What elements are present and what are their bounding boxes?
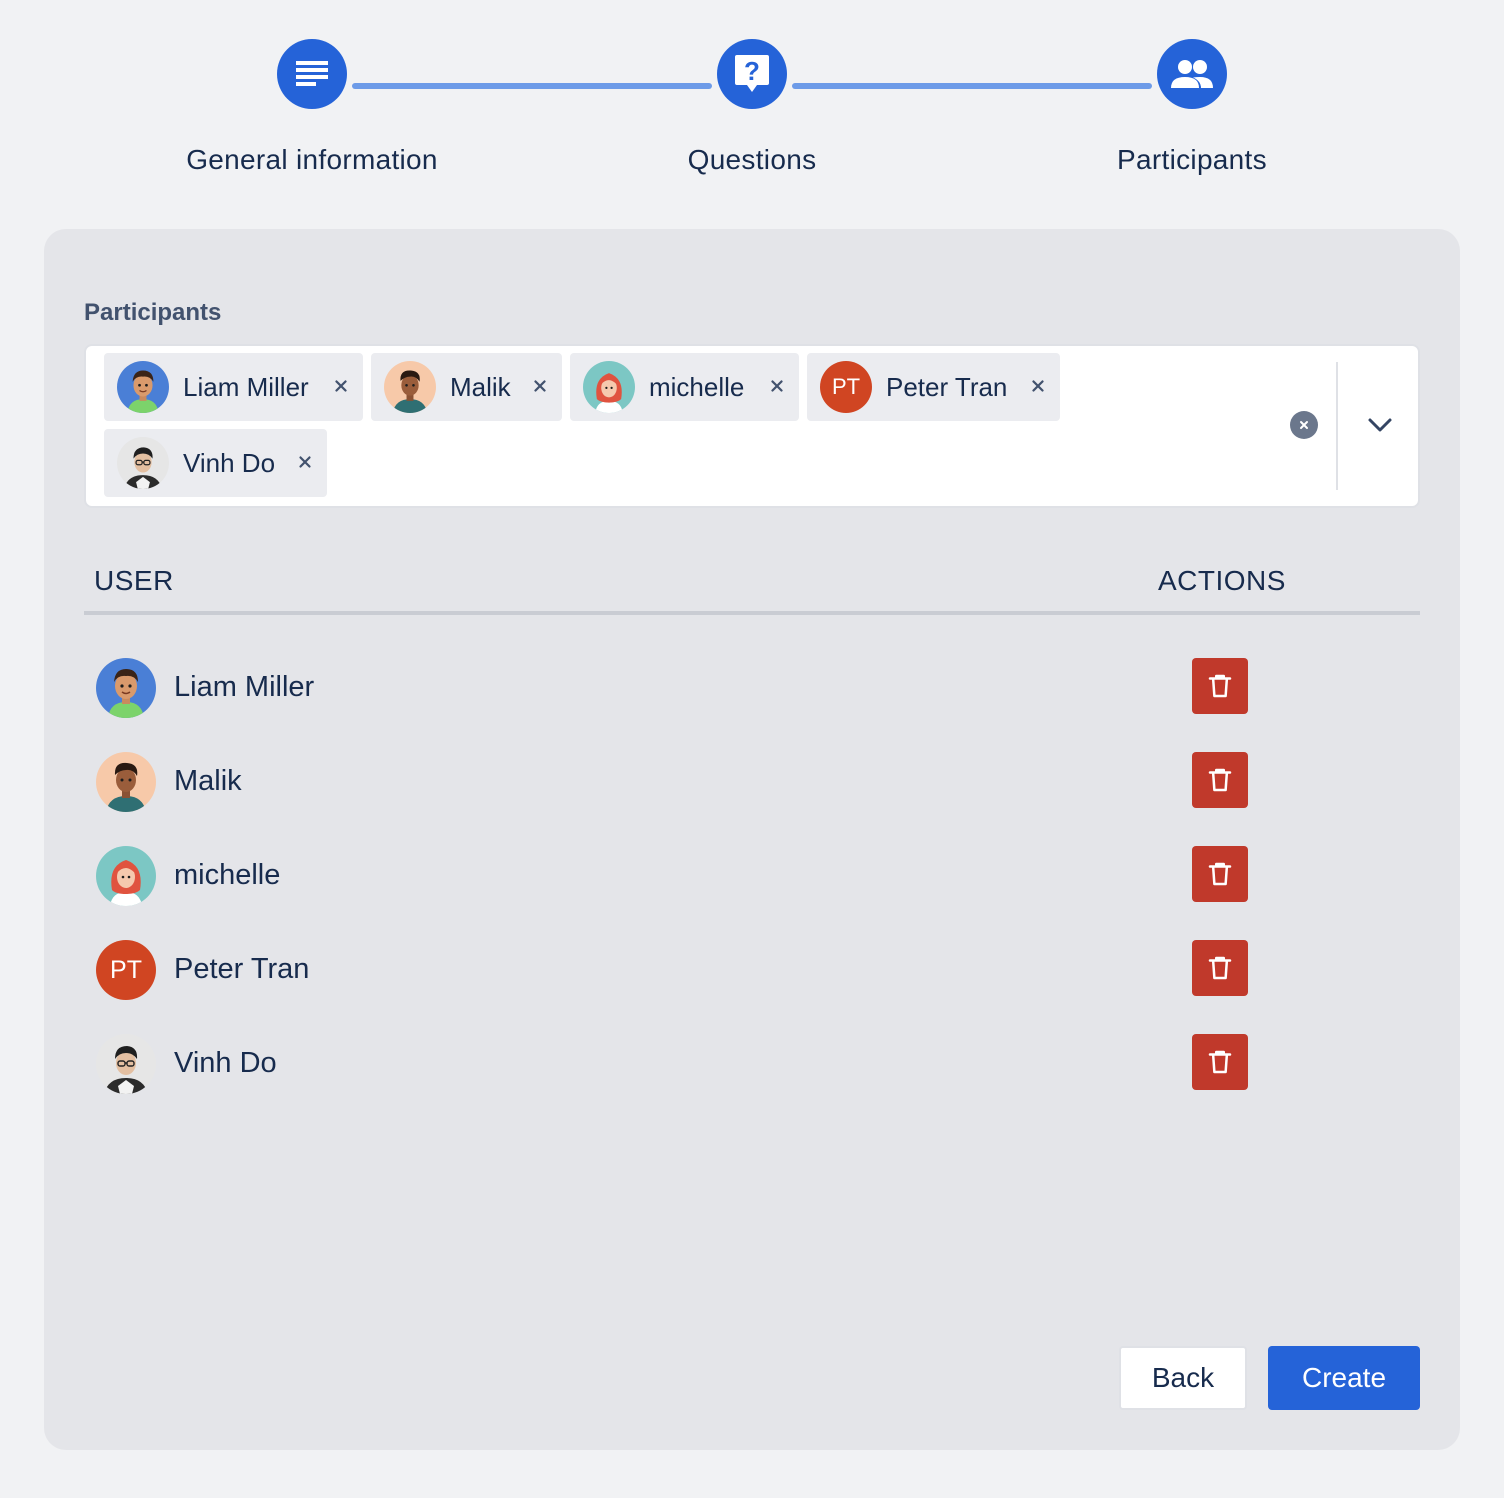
malik-avatar bbox=[96, 752, 156, 812]
step-label: Participants bbox=[1117, 144, 1267, 175]
chip-label: Peter Tran bbox=[886, 371, 1008, 402]
close-icon[interactable] bbox=[765, 374, 789, 398]
delete-button[interactable] bbox=[1192, 1034, 1248, 1090]
user-name: Liam Miller bbox=[174, 671, 315, 703]
clear-circle-icon[interactable] bbox=[1290, 411, 1318, 439]
trash-icon bbox=[1205, 671, 1235, 701]
column-header-actions: ACTIONS bbox=[1158, 565, 1286, 596]
table-row: Vinh Do bbox=[96, 1034, 1266, 1096]
document-lines-icon bbox=[296, 61, 328, 86]
chip-label: Malik bbox=[450, 371, 511, 402]
survey-wizard: ? General information Questions Particip… bbox=[0, 0, 1504, 1498]
delete-button[interactable] bbox=[1192, 846, 1248, 902]
participant-chip: Vinh Do bbox=[104, 429, 327, 497]
michelle-avatar bbox=[583, 361, 635, 413]
chevron-down-icon[interactable] bbox=[1362, 410, 1398, 440]
participant-chip: Malik bbox=[371, 353, 562, 421]
step-label: Questions bbox=[687, 144, 817, 175]
close-icon[interactable] bbox=[528, 374, 552, 398]
initials-avatar: PT bbox=[820, 361, 872, 413]
back-button[interactable]: Back bbox=[1119, 1346, 1247, 1410]
table-row: Liam Miller bbox=[96, 658, 1266, 720]
close-icon[interactable] bbox=[293, 450, 317, 474]
delete-button[interactable] bbox=[1192, 658, 1248, 714]
people-icon bbox=[1171, 60, 1213, 88]
participant-chip: Liam Miller bbox=[104, 353, 363, 421]
close-icon[interactable] bbox=[1026, 374, 1050, 398]
table-row: PT Peter Tran bbox=[96, 940, 1266, 1002]
trash-icon bbox=[1205, 765, 1235, 795]
user-name: michelle bbox=[174, 859, 281, 891]
step-connector bbox=[792, 83, 1152, 89]
table-row: Malik bbox=[96, 752, 1266, 814]
step-participants[interactable] bbox=[1157, 39, 1227, 109]
trash-icon bbox=[1205, 859, 1235, 889]
user-name: Malik bbox=[174, 765, 242, 797]
question-bubble-icon: ? bbox=[735, 55, 769, 92]
liam-avatar bbox=[96, 658, 156, 718]
trash-icon bbox=[1205, 1047, 1235, 1077]
column-header-user: USER bbox=[94, 565, 174, 596]
participant-chip: PT Peter Tran bbox=[807, 353, 1060, 421]
malik-avatar bbox=[384, 361, 436, 413]
create-button[interactable]: Create bbox=[1268, 1346, 1420, 1410]
wizard-stepper: ? General information Questions Particip… bbox=[0, 0, 1504, 200]
delete-button[interactable] bbox=[1192, 752, 1248, 808]
svg-text:?: ? bbox=[744, 56, 760, 86]
step-questions[interactable]: ? bbox=[717, 39, 787, 109]
table-row: michelle bbox=[96, 846, 1266, 908]
step-connector bbox=[352, 83, 712, 89]
initials-avatar: PT bbox=[96, 940, 156, 1000]
liam-avatar bbox=[117, 361, 169, 413]
select-divider bbox=[1336, 362, 1338, 490]
user-name: Vinh Do bbox=[174, 1047, 277, 1079]
vinh-avatar bbox=[117, 437, 169, 489]
vinh-avatar bbox=[96, 1034, 156, 1094]
table-header-divider bbox=[84, 611, 1420, 615]
user-name: Peter Tran bbox=[174, 953, 310, 985]
participants-multiselect[interactable]: Liam Miller Malik michelle PT Peter Tran bbox=[84, 344, 1420, 508]
trash-icon bbox=[1205, 953, 1235, 983]
delete-button[interactable] bbox=[1192, 940, 1248, 996]
chip-label: Liam Miller bbox=[183, 371, 309, 402]
participants-card: Participants Liam Miller Malik michelle bbox=[44, 229, 1460, 1450]
step-label: General information bbox=[186, 144, 438, 175]
close-icon[interactable] bbox=[329, 374, 353, 398]
michelle-avatar bbox=[96, 846, 156, 906]
chip-label: Vinh Do bbox=[183, 447, 276, 478]
chip-label: michelle bbox=[649, 371, 745, 402]
participant-chip: michelle bbox=[570, 353, 799, 421]
participants-field-label: Participants bbox=[84, 299, 222, 326]
step-general-information[interactable] bbox=[277, 39, 347, 109]
